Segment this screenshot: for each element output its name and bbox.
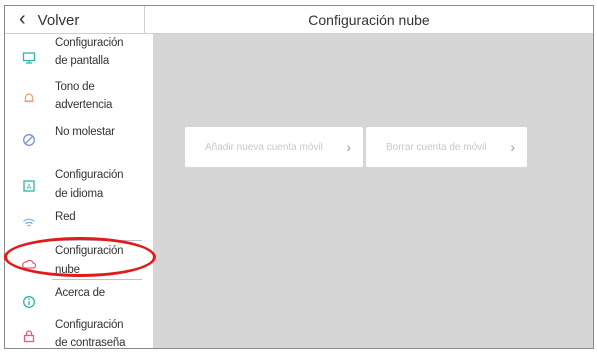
wifi-icon bbox=[22, 216, 36, 230]
sidebar-item-warning-tone[interactable]: Tono de advertencia bbox=[5, 78, 153, 118]
add-mobile-account-button[interactable]: Añadir nueva cuenta móvil › bbox=[185, 127, 363, 167]
sidebar-item-network[interactable]: Red bbox=[5, 206, 153, 236]
monitor-icon bbox=[22, 51, 36, 65]
page-title: Configuración nube bbox=[308, 12, 430, 28]
sidebar-item-language[interactable]: A Configuración de idioma bbox=[5, 162, 153, 202]
language-icon: A bbox=[22, 179, 36, 193]
info-icon bbox=[22, 295, 36, 309]
sidebar-item-do-not-disturb[interactable]: No molestar bbox=[5, 122, 153, 156]
delete-mobile-account-label: Borrar cuenta de móvil bbox=[386, 141, 487, 153]
sidebar-item-label: Acerca de bbox=[55, 287, 105, 299]
app-window: ‹ Volver Configuración nube Configuració… bbox=[4, 5, 594, 349]
chevron-right-icon: › bbox=[346, 139, 351, 155]
do-not-disturb-icon bbox=[22, 133, 36, 147]
active-divider bbox=[52, 279, 142, 280]
top-bar: ‹ Volver Configuración nube bbox=[5, 6, 593, 34]
highlight-annotation bbox=[4, 237, 156, 277]
add-mobile-account-label: Añadir nueva cuenta móvil bbox=[205, 141, 323, 153]
content-area: Añadir nueva cuenta móvil › Borrar cuent… bbox=[153, 34, 593, 348]
back-label: Volver bbox=[37, 11, 80, 29]
sidebar-item-label: de pantalla bbox=[55, 55, 110, 67]
chevron-left-icon: ‹ bbox=[19, 8, 26, 30]
lock-icon bbox=[22, 329, 36, 343]
chevron-right-icon: › bbox=[510, 139, 515, 155]
sidebar-item-label: advertencia bbox=[55, 99, 113, 111]
sidebar-item-label: Red bbox=[55, 211, 76, 223]
sidebar-item-label: de contraseña bbox=[55, 337, 126, 349]
sidebar-item-label: No molestar bbox=[55, 126, 115, 138]
sidebar-item-password[interactable]: Configuración de contraseña bbox=[5, 316, 153, 349]
sidebar-item-about[interactable]: Acerca de bbox=[5, 284, 153, 314]
delete-mobile-account-button[interactable]: Borrar cuenta de móvil › bbox=[366, 127, 527, 167]
back-button[interactable]: ‹ Volver bbox=[5, 6, 145, 34]
sidebar-item-label: de idioma bbox=[55, 188, 104, 200]
svg-text:A: A bbox=[27, 183, 32, 191]
bell-icon bbox=[22, 91, 36, 105]
sidebar: Configuración de pantalla Tono de advert… bbox=[5, 34, 153, 349]
sidebar-item-display[interactable]: Configuración de pantalla bbox=[5, 36, 153, 72]
